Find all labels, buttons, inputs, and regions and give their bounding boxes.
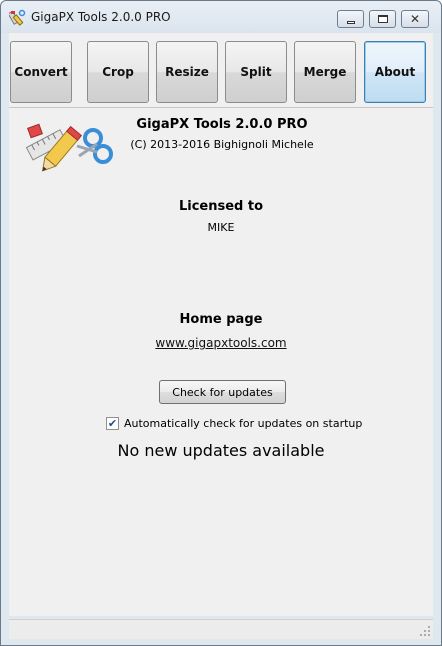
tools-logo-icon xyxy=(25,123,113,172)
resize-button[interactable]: Resize xyxy=(156,41,218,103)
licensed-to-value: MIKE xyxy=(207,221,235,234)
split-button[interactable]: Split xyxy=(225,41,287,103)
window-title: GigaPX Tools 2.0.0 PRO xyxy=(31,10,171,24)
home-page-label: Home page xyxy=(179,312,263,327)
minimize-icon xyxy=(346,20,355,24)
close-icon: ✕ xyxy=(409,12,421,26)
auto-check-label: Automatically check for updates on start… xyxy=(124,416,363,430)
auto-check-checkbox[interactable]: ✔ xyxy=(106,416,119,430)
close-button[interactable]: ✕ xyxy=(401,10,429,28)
minimize-button[interactable] xyxy=(337,10,364,28)
about-button[interactable]: About xyxy=(364,41,426,103)
app-icon xyxy=(9,9,26,26)
about-panel: GigaPX Tools 2.0.0 PRO (C) 2013-2016 Big… xyxy=(9,108,433,616)
update-status: No new updates available xyxy=(117,441,325,460)
status-bar xyxy=(9,619,433,639)
merge-button[interactable]: Merge xyxy=(294,41,356,103)
check-updates-button[interactable]: Check for updates xyxy=(159,380,286,404)
app-window: GigaPX Tools 2.0.0 PRO ✕ Convert Crop Re… xyxy=(0,0,442,646)
toolbar: Convert Crop Resize Split Merge About xyxy=(9,33,433,107)
licensed-to-label: Licensed to xyxy=(178,199,264,214)
auto-check-row[interactable]: ✔ Automatically check for updates on sta… xyxy=(106,415,362,431)
maximize-icon xyxy=(377,15,388,23)
convert-button[interactable]: Convert xyxy=(10,41,72,103)
crop-button[interactable]: Crop xyxy=(87,41,149,103)
title-bar[interactable]: GigaPX Tools 2.0.0 PRO ✕ xyxy=(1,1,441,33)
checkmark-icon: ✔ xyxy=(107,416,118,430)
home-page-link[interactable]: www.gigapxtools.com xyxy=(9,336,433,350)
copyright-text: (C) 2013-2016 Bighignoli Michele xyxy=(130,138,314,151)
resize-grip-icon[interactable] xyxy=(419,625,431,637)
maximize-button[interactable] xyxy=(369,10,396,28)
app-name: GigaPX Tools 2.0.0 PRO xyxy=(136,117,308,132)
